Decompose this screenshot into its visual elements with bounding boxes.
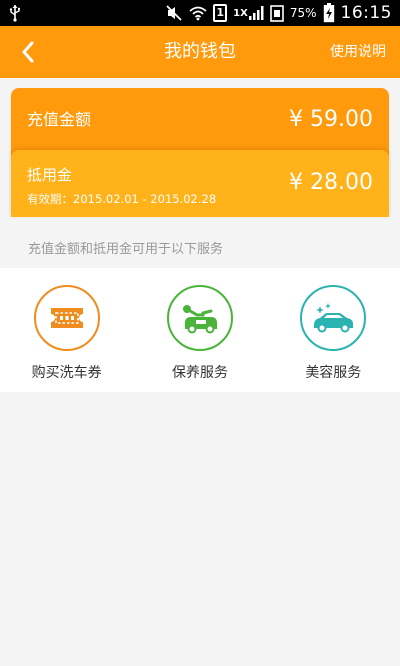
status-bar-left	[8, 4, 22, 22]
storage-icon	[270, 3, 284, 23]
car-maintenance-icon	[166, 285, 233, 351]
service-maintenance[interactable]: 保养服务	[133, 268, 266, 392]
car-beauty-icon	[300, 285, 367, 351]
battery-charging-icon	[323, 3, 335, 23]
sim-card-icon: 1	[213, 3, 228, 23]
recharge-label: 充值金额	[27, 110, 92, 129]
service-label: 购买洗车券	[31, 365, 102, 381]
usb-icon	[9, 5, 20, 22]
signal-icon: 1X	[233, 3, 264, 23]
services-info-text: 充值金额和抵用金可用于以下服务	[28, 242, 224, 257]
app-header: 我的钱包 使用说明	[0, 26, 400, 78]
ticket-icon	[33, 285, 100, 351]
recharge-amount: ¥ 59.00	[289, 107, 373, 132]
wallet-cards: 充值金额 ¥ 59.00 抵用金 有效期：2015.02.01 - 2015.0…	[11, 88, 389, 217]
status-bar-right: 1 1X 75% 16:15	[165, 3, 392, 23]
status-bar: 1 1X 75% 16:15	[0, 0, 400, 26]
voucher-validity: 有效期：2015.02.01 - 2015.02.28	[27, 192, 217, 206]
service-label: 美容服务	[305, 365, 362, 381]
voucher-card[interactable]: 抵用金 有效期：2015.02.01 - 2015.02.28 ¥ 28.00	[11, 150, 389, 217]
voucher-amount: ¥ 28.00	[289, 170, 373, 195]
clock: 16:15	[340, 3, 392, 23]
battery-percent: 75%	[289, 6, 317, 20]
wifi-icon	[189, 3, 207, 23]
voucher-label: 抵用金	[27, 166, 73, 184]
service-label: 保养服务	[171, 365, 228, 381]
help-link[interactable]: 使用说明	[330, 26, 386, 78]
mute-icon	[165, 3, 183, 23]
service-beauty[interactable]: 美容服务	[267, 268, 400, 392]
service-buy-wash-ticket[interactable]: 购买洗车券	[0, 268, 133, 392]
network-type: 1X	[233, 7, 248, 19]
services-row: 购买洗车券 保养服务 美容服务	[0, 268, 400, 392]
